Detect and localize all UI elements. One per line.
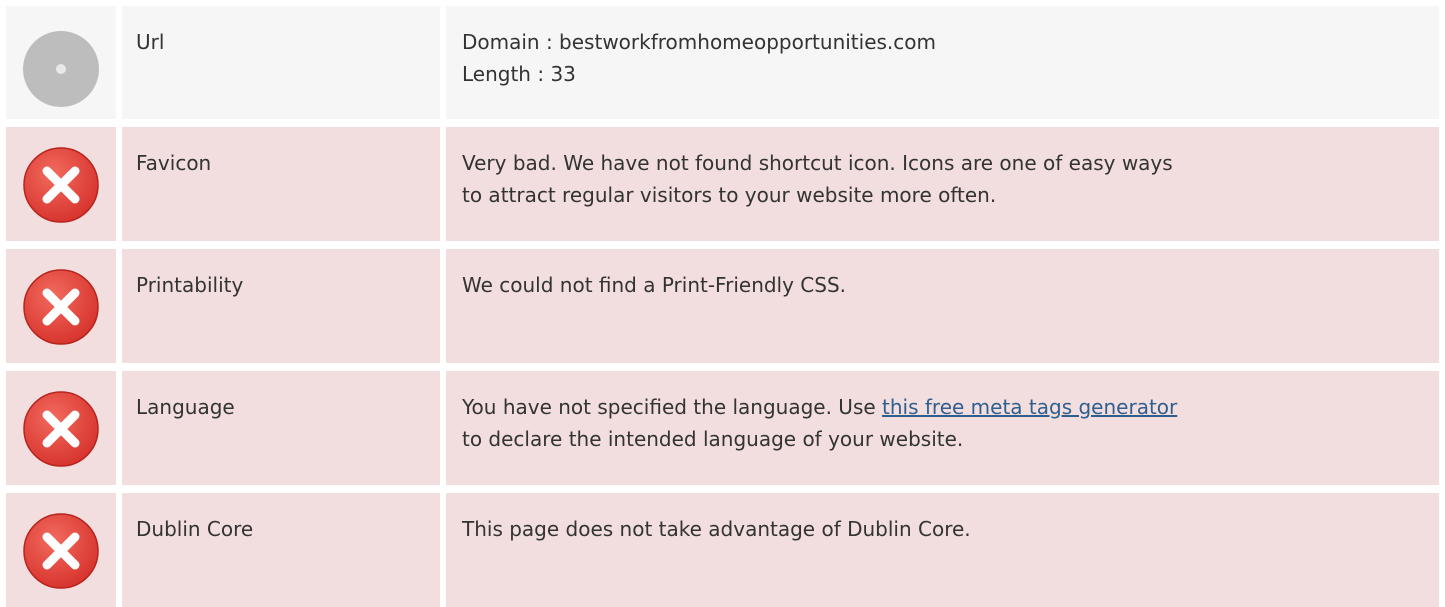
- row-label-cell: Language: [122, 371, 440, 485]
- error-x-icon: [21, 511, 101, 591]
- table-row-printability: Printability We could not find a Print-F…: [0, 249, 1445, 363]
- description-line: You have not specified the language. Use…: [462, 391, 1429, 423]
- row-label-cell: Dublin Core: [122, 493, 440, 607]
- row-description-cell: This page does not take advantage of Dub…: [446, 493, 1439, 607]
- description-line: We could not find a Print-Friendly CSS.: [462, 273, 847, 297]
- description-line: This page does not take advantage of Dub…: [462, 517, 971, 541]
- row-description-cell: We could not find a Print-Friendly CSS.: [446, 249, 1439, 363]
- row-label-cell: Url: [122, 6, 440, 119]
- error-x-icon: [21, 267, 101, 347]
- status-cell: [6, 493, 116, 607]
- row-description-cell: You have not specified the language. Use…: [446, 371, 1439, 485]
- status-cell: [6, 127, 116, 241]
- description-text: You have not specified the language. Use: [462, 395, 883, 419]
- row-label: Favicon: [136, 151, 212, 175]
- table-row-language: Language You have not specified the lang…: [0, 371, 1445, 485]
- status-cell: [6, 6, 116, 119]
- row-description-cell: Domain : bestworkfromhomeopportunities.c…: [446, 6, 1439, 119]
- neutral-circle-icon: [21, 29, 101, 109]
- status-cell: [6, 249, 116, 363]
- description-line: to attract regular visitors to your webs…: [462, 183, 997, 207]
- error-x-icon: [21, 389, 101, 469]
- row-label-cell: Printability: [122, 249, 440, 363]
- description-line: to declare the intended language of your…: [462, 427, 964, 451]
- row-label: Dublin Core: [136, 517, 254, 541]
- row-label: Language: [136, 395, 235, 419]
- row-label: Url: [136, 30, 165, 54]
- status-cell: [6, 371, 116, 485]
- row-label: Printability: [136, 273, 244, 297]
- description-line: Very bad. We have not found shortcut ico…: [462, 151, 1173, 175]
- row-description-cell: Very bad. We have not found shortcut ico…: [446, 127, 1439, 241]
- row-label-cell: Favicon: [122, 127, 440, 241]
- domain-text: Domain : bestworkfromhomeopportunities.c…: [462, 30, 936, 54]
- meta-tags-generator-link[interactable]: this free meta tags generator: [882, 395, 1177, 419]
- table-row-dublin-core: Dublin Core This page does not take adva…: [0, 493, 1445, 607]
- table-row-favicon: Favicon Very bad. We have not found shor…: [0, 127, 1445, 241]
- length-text: Length : 33: [462, 62, 576, 86]
- table-row-url: Url Domain : bestworkfromhomeopportuniti…: [0, 6, 1445, 119]
- seo-report-table: Url Domain : bestworkfromhomeopportuniti…: [0, 0, 1445, 607]
- error-x-icon: [21, 145, 101, 225]
